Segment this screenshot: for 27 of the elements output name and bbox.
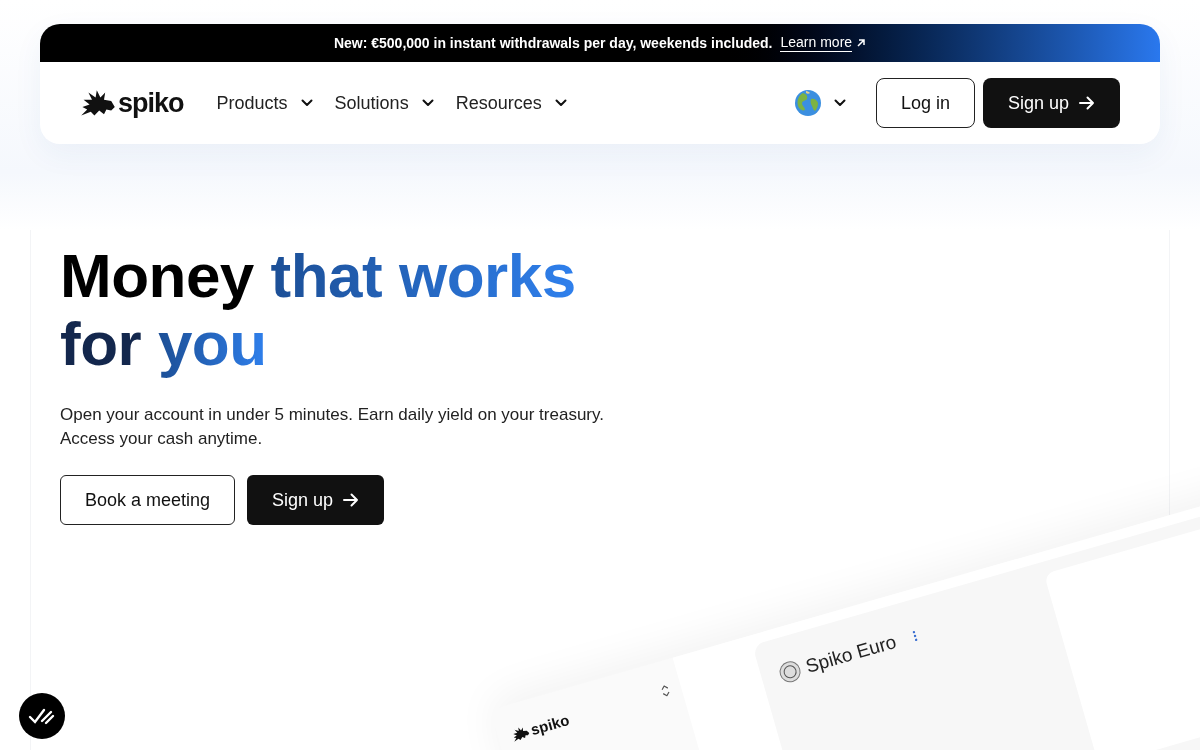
nav-menu-item[interactable]: Products — [216, 89, 313, 117]
fund-name: Spiko Euro — [802, 629, 900, 679]
checklist-button[interactable] — [19, 693, 65, 739]
login-button[interactable]: Log in — [875, 78, 975, 128]
chevron-icon — [554, 99, 567, 107]
signup-button[interactable]: Sign up — [982, 78, 1120, 128]
book-meeting-button[interactable]: Book a meeting — [60, 475, 236, 525]
chevron-icon — [421, 99, 434, 107]
arrow-up-right-icon — [856, 38, 867, 48]
globe-icon — [793, 89, 822, 117]
hero-heading: Money that works for you — [60, 242, 577, 378]
learn-more-link[interactable]: Learn more — [780, 34, 867, 52]
arrow-right-icon — [1079, 96, 1095, 110]
arrow-right-icon — [343, 493, 360, 507]
nav-menu-item[interactable]: Resources — [455, 89, 567, 117]
nav-menu-item[interactable]: Solutions — [334, 89, 434, 117]
chevron-icon — [300, 99, 313, 107]
signup-button[interactable]: Sign up — [247, 475, 385, 525]
preview-logo: spiko — [508, 709, 573, 747]
chevron-icon — [833, 99, 846, 107]
banner-text: New: €500,000 in instant withdrawals per day, weekends included. — [333, 33, 773, 53]
sort-icon — [660, 684, 672, 698]
hero-subtitle: Open your account in under 5 minutes. Earn daily yield on your treasury. Access your cash anytime. — [60, 404, 605, 450]
more-icon[interactable] — [911, 629, 919, 643]
spiko-logo[interactable]: spiko — [80, 82, 184, 124]
language-selector[interactable] — [793, 89, 846, 117]
check-lines-icon — [28, 706, 56, 726]
